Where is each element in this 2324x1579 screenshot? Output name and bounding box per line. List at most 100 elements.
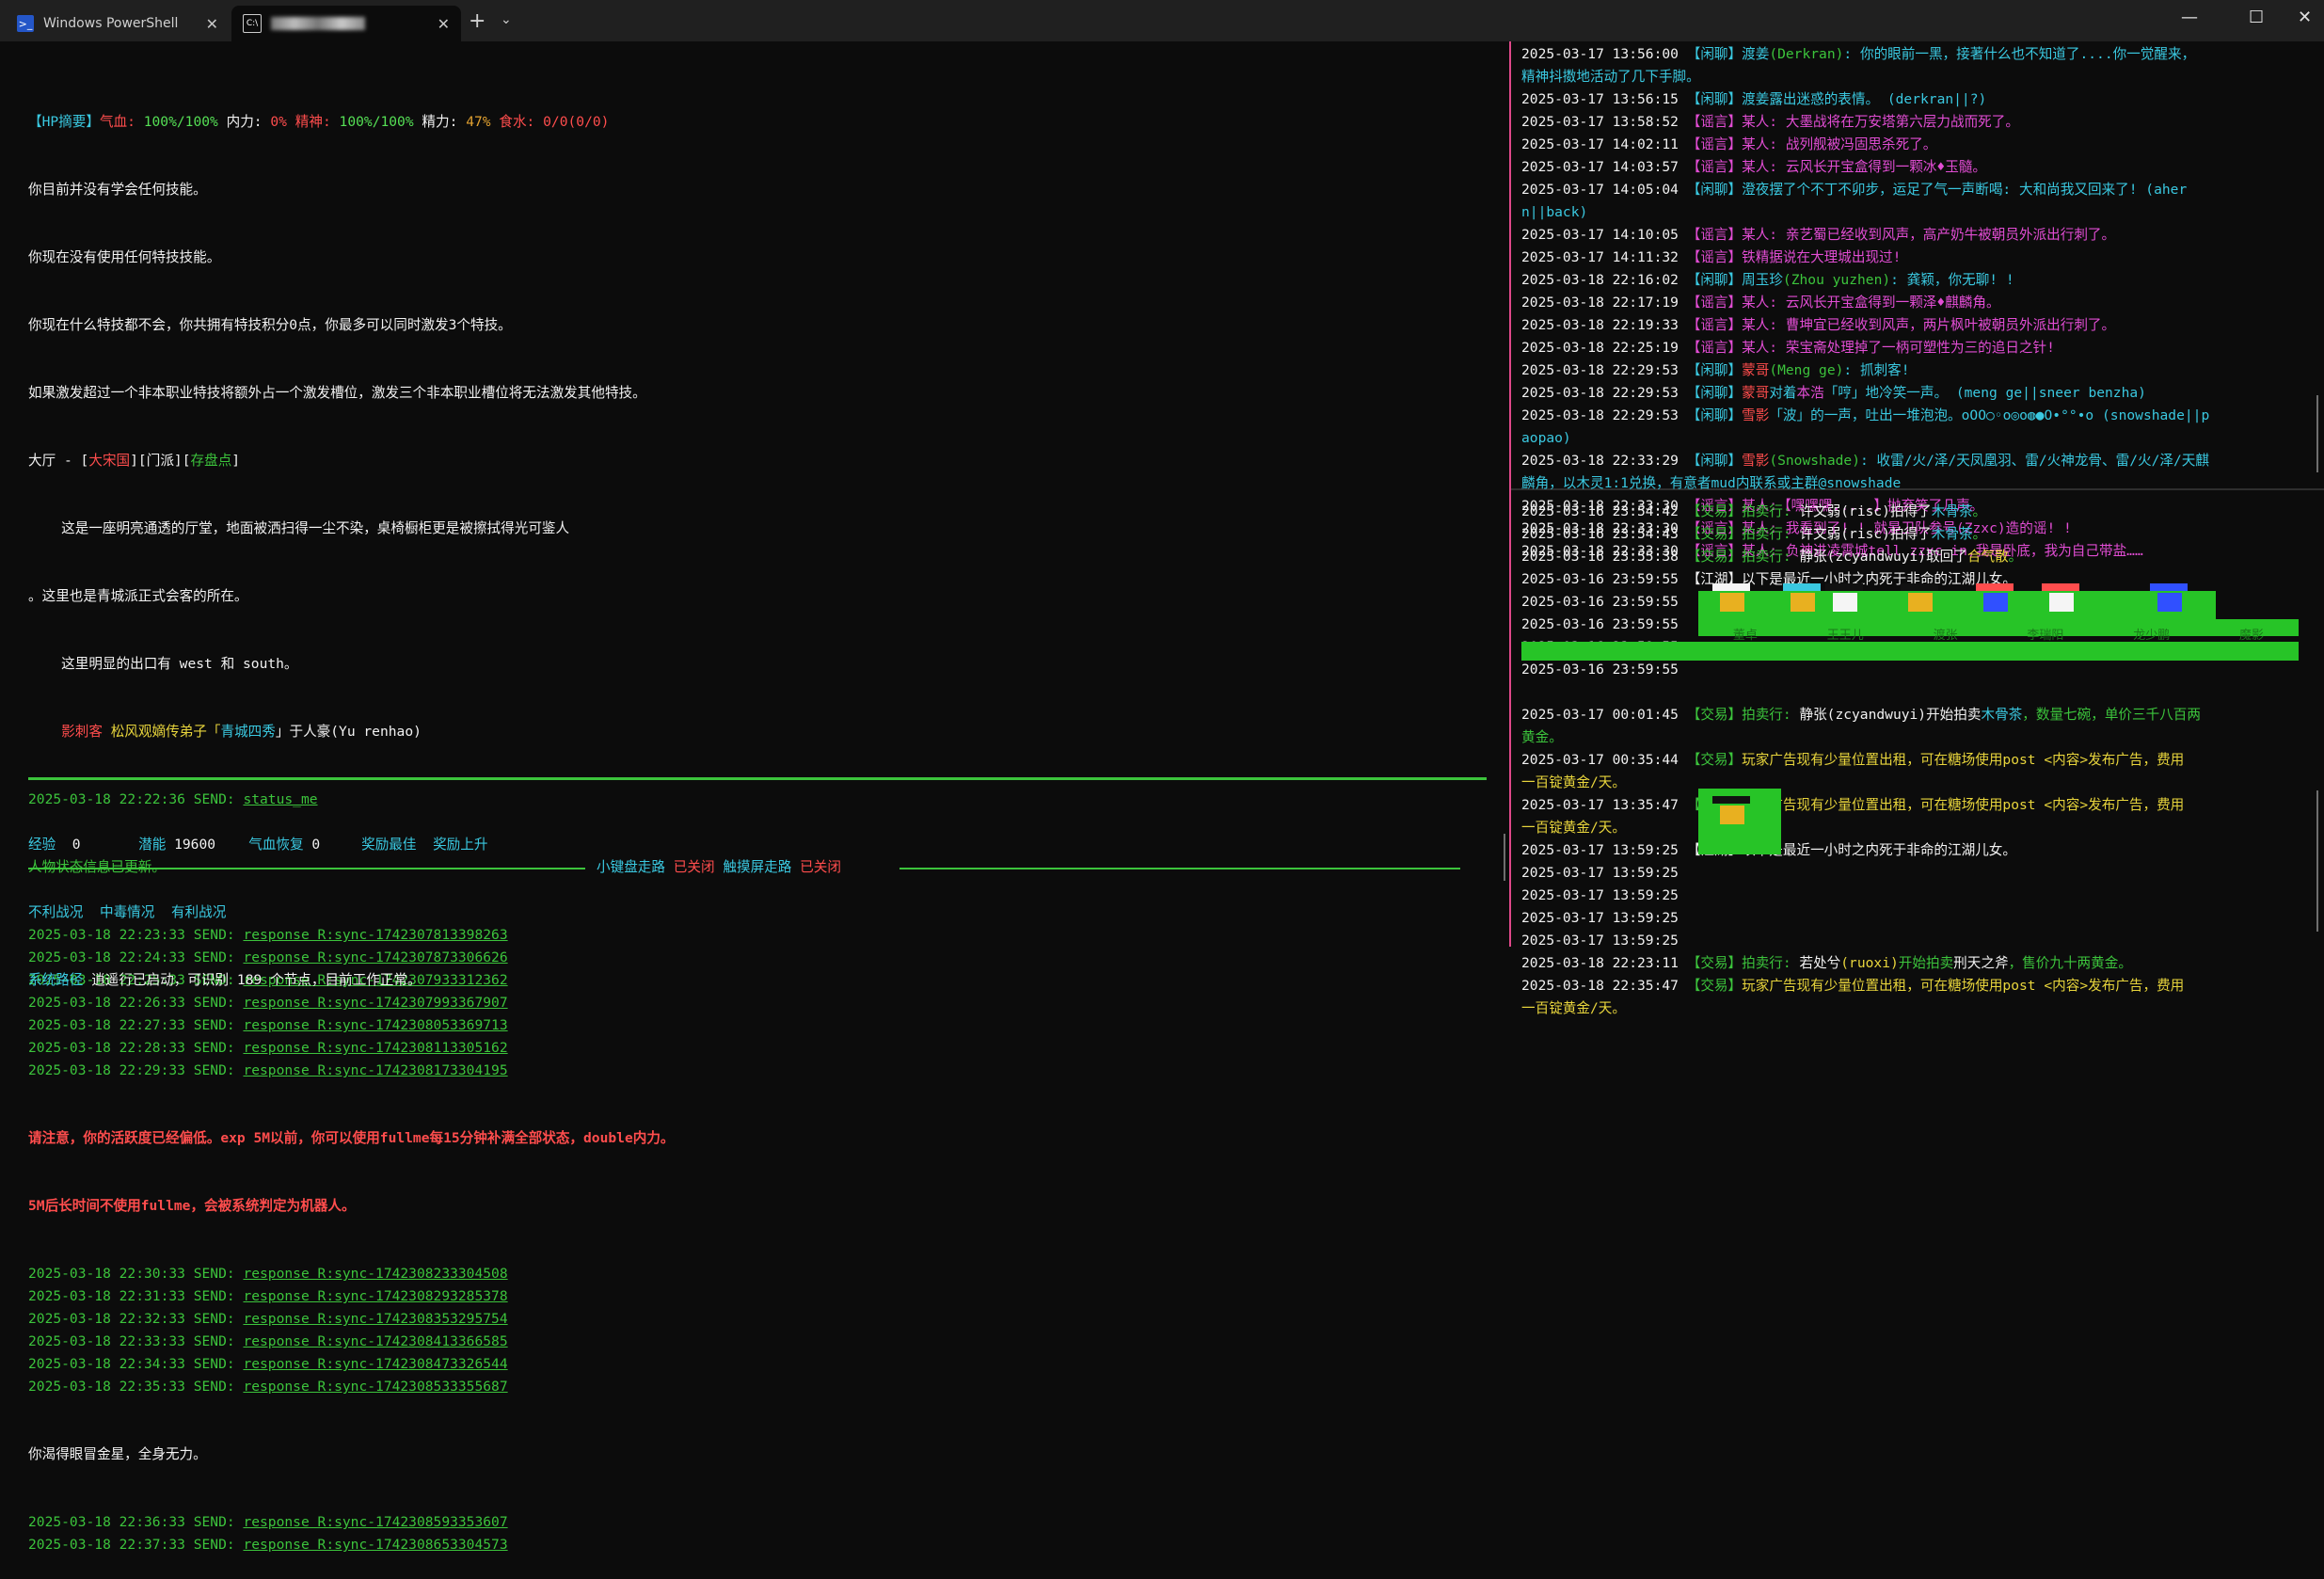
face-icon xyxy=(2049,593,2074,612)
trade-line: 一百锭黄金/天。 xyxy=(1521,774,1626,790)
send-command-link[interactable]: response R:sync-1742308173304195 xyxy=(243,1062,507,1078)
pane-divider-vertical[interactable] xyxy=(1509,41,1511,947)
trade-line: 2025-03-17 13:59:25 【江湖】以下是最近一小时之内死于非命的江… xyxy=(1521,842,2016,858)
chat-line: 2025-03-18 22:29:53 【闲聊】蒙哥(Meng ge): 抓刺客… xyxy=(1521,362,1910,378)
send-line: 2025-03-18 22:32:33 SEND: response R:syn… xyxy=(28,1311,508,1327)
scrollbar[interactable] xyxy=(1504,834,1505,881)
powershell-icon: >_ xyxy=(17,15,34,32)
send-line: 2025-03-18 22:29:33 SEND: response R:syn… xyxy=(28,1062,508,1078)
trade-line: 2025-03-17 13:35:47 【交易】玩家广告现有少量位置出租，可在糖… xyxy=(1521,797,2185,813)
text-line: 你现在什么特技都不会，你共拥有特技积分0点，你最多可以同时激发3个特技。 xyxy=(28,317,512,333)
send-line: 2025-03-18 22:31:33 SEND: response R:syn… xyxy=(28,1288,508,1304)
scrollbar[interactable] xyxy=(2316,790,2318,932)
chat-pane[interactable]: 2025-03-17 13:56:00 【闲聊】渡姜(Derkran): 你的眼… xyxy=(1521,43,2307,563)
trade-line: 2025-03-17 13:59:25 xyxy=(1521,933,1679,949)
death-name: 董卓 xyxy=(1732,629,1758,643)
close-icon[interactable]: ✕ xyxy=(438,15,450,33)
scrollbar[interactable] xyxy=(2316,395,2318,472)
trade-line: 2025-03-18 22:23:11 【交易】拍卖行: 若处兮(ruoxi)开… xyxy=(1521,955,2132,971)
hat-icon xyxy=(1976,583,2014,591)
hat-icon xyxy=(1901,583,1938,591)
chat-line: aopao) xyxy=(1521,430,1571,446)
face-icon xyxy=(1833,593,1857,612)
warning-line: 请注意，你的活跃度已经偏低。exp 5M以前，你可以使用fullme每15分钟补… xyxy=(28,1130,675,1146)
chat-line: 2025-03-18 22:29:53 【闲聊】蒙哥对着本浩「哼」地冷笑一声。 … xyxy=(1521,385,2146,401)
hat-icon xyxy=(1783,583,1821,591)
text-line: 你目前并没有学会任何技能。 xyxy=(28,182,207,198)
chevron-down-icon[interactable]: ⌄ xyxy=(501,12,512,27)
send-command-link[interactable]: response R:sync-1742308413366585 xyxy=(243,1333,507,1349)
trade-line: 2025-03-16 23:59:55 xyxy=(1521,662,1679,678)
send-line: 2025-03-18 22:28:33 SEND: response R:syn… xyxy=(28,1040,508,1056)
send-line: 2025-03-18 22:35:33 SEND: response R:syn… xyxy=(28,1379,508,1395)
title-bar: >_ Windows PowerShell ✕ C:\ ✕ + ⌄ — ☐ ✕ xyxy=(0,0,2324,41)
status-panel: 经验 0 潜能 19600 气血恢复 0 奖励最佳 奖励上升 不利战况 中毒情况… xyxy=(28,837,488,988)
death-name: 李瑞阳 xyxy=(2027,629,2064,643)
trade-pane[interactable]: 2025-03-16 23:54:42 【交易】拍卖行: 许文弱(risc)拍得… xyxy=(1521,501,2307,1020)
death-name: 魔影 xyxy=(2239,629,2265,643)
text-line: 你现在没有使用任何特技技能。 xyxy=(28,249,221,265)
death-name: 王王儿 xyxy=(1826,629,1864,643)
room-title: 大厅 - [大宋国][门派][存盘点] xyxy=(28,453,241,469)
minimize-button[interactable]: — xyxy=(2181,8,2198,27)
tab-powershell[interactable]: >_ Windows PowerShell ✕ xyxy=(6,6,230,41)
trade-line: 2025-03-17 00:35:44 【交易】玩家广告现有少量位置出租，可在糖… xyxy=(1521,752,2185,768)
chat-line: 2025-03-17 13:56:15 【闲聊】渡姜露出迷惑的表情。 (derk… xyxy=(1521,91,1987,107)
send-line: 2025-03-18 22:37:33 SEND: response R:syn… xyxy=(28,1537,508,1553)
trade-line: 黄金。 xyxy=(1521,729,1563,745)
trade-line: 2025-03-16 23:55:38 【交易】拍卖行: 静张(zcyandwu… xyxy=(1521,549,2023,565)
hat-icon xyxy=(1712,583,1750,591)
hat-icon xyxy=(1825,583,1863,591)
close-window-button[interactable]: ✕ xyxy=(2298,8,2312,27)
chat-line: 麟角，以木灵1:1兑换，有意者mud内联系或主群@snowshade xyxy=(1521,475,1902,491)
chat-line: 2025-03-18 22:25:19 【谣言】某人: 荣宝斋处理掉了一柄可塑性… xyxy=(1521,340,2055,356)
trade-line: 2025-03-16 23:54:43 【交易】拍卖行: 许文弱(risc)拍得… xyxy=(1521,526,1987,542)
warning-line: 5M后长时间不使用fullme，会被系统判定为机器人。 xyxy=(28,1198,356,1214)
close-icon[interactable]: ✕ xyxy=(206,15,218,33)
send-line: 2025-03-18 22:34:33 SEND: response R:syn… xyxy=(28,1356,508,1372)
chat-line: 2025-03-17 13:58:52 【谣言】某人: 大墨战将在万安塔第六层力… xyxy=(1521,114,2019,130)
trade-line: 2025-03-17 00:01:45 【交易】拍卖行: 静张(zcyandwu… xyxy=(1521,707,2201,723)
chat-line: 2025-03-18 22:16:02 【闲聊】周玉珍(Zhou yuzhen)… xyxy=(1521,272,2014,288)
text-line: 如果激发超过一个非本职业特技将额外占一个激发槽位，激发三个非本职业槽位将无法激发… xyxy=(28,385,646,401)
face-icon xyxy=(1983,593,2008,612)
chat-line: n||back) xyxy=(1521,204,1588,220)
send-command-link[interactable]: response R:sync-1742308593353607 xyxy=(243,1514,507,1530)
send-line: 2025-03-18 22:33:33 SEND: response R:syn… xyxy=(28,1333,508,1349)
chat-line: 2025-03-18 22:33:29 【闲聊】雪影(Snowshade): 收… xyxy=(1521,453,2209,469)
tab-label-blurred xyxy=(271,17,365,30)
death-name: 龙少鹏 xyxy=(2133,629,2171,643)
send-line: 2025-03-18 22:27:33 SEND: response R:syn… xyxy=(28,1017,508,1033)
face-icon xyxy=(2157,593,2182,612)
walk-status: 小键盘走路 已关闭 触摸屏走路 已关闭 xyxy=(597,859,841,875)
send-line: 2025-03-18 22:36:33 SEND: response R:syn… xyxy=(28,1514,508,1530)
room-desc: 。这里也是青城派正式会客的所在。 xyxy=(28,588,248,604)
chat-line: 2025-03-18 22:19:33 【谣言】某人: 曹坤宜已经收到风声，两片… xyxy=(1521,317,2116,333)
send-command-link[interactable]: response R:sync-1742308353295754 xyxy=(243,1311,507,1327)
hat-icon xyxy=(2150,583,2188,591)
send-command-link[interactable]: response R:sync-1742308053369713 xyxy=(243,1017,507,1033)
tab-terminal[interactable]: C:\ ✕ xyxy=(231,6,461,41)
new-tab-button[interactable]: + xyxy=(469,9,485,33)
trade-line: 一百锭黄金/天。 xyxy=(1521,1000,1626,1016)
send-command-link[interactable]: response R:sync-1742308473326544 xyxy=(243,1356,507,1372)
trade-line xyxy=(1521,681,2307,704)
send-line: 2025-03-18 22:30:33 SEND: response R:syn… xyxy=(28,1266,508,1282)
chat-line: 2025-03-17 14:03:57 【谣言】某人: 云风长开宝盒得到一颗冰♦… xyxy=(1521,159,1986,175)
chat-line: 2025-03-18 22:17:19 【谣言】某人: 云风长开宝盒得到一颗泽♦… xyxy=(1521,295,2000,311)
trade-line: 2025-03-17 13:59:25 xyxy=(1521,887,1679,903)
status-separator xyxy=(28,777,1487,780)
terminal-icon: C:\ xyxy=(243,14,262,33)
send-command-link[interactable]: response R:sync-1742308293285378 xyxy=(243,1288,507,1304)
send-command-link[interactable]: response R:sync-1742308533355687 xyxy=(243,1379,507,1395)
bottom-separator-left xyxy=(28,868,585,869)
send-command-link[interactable]: response R:sync-1742308233304508 xyxy=(243,1266,507,1282)
chat-line: 2025-03-17 14:11:32 【谣言】铁精据说在大理城出现过! xyxy=(1521,249,1902,265)
hat-icon xyxy=(2042,583,2079,591)
death-art xyxy=(1698,591,2216,619)
maximize-button[interactable]: ☐ xyxy=(2249,8,2264,27)
npc-line: 影刺客 松风观嫡传弟子「青城四秀」于人豪(Yu renhao) xyxy=(28,724,422,740)
send-command-link[interactable]: response R:sync-1742308113305162 xyxy=(243,1040,507,1056)
trade-line: 一百锭黄金/天。 xyxy=(1521,820,1626,836)
send-command-link[interactable]: response R:sync-1742308653304573 xyxy=(243,1537,507,1553)
